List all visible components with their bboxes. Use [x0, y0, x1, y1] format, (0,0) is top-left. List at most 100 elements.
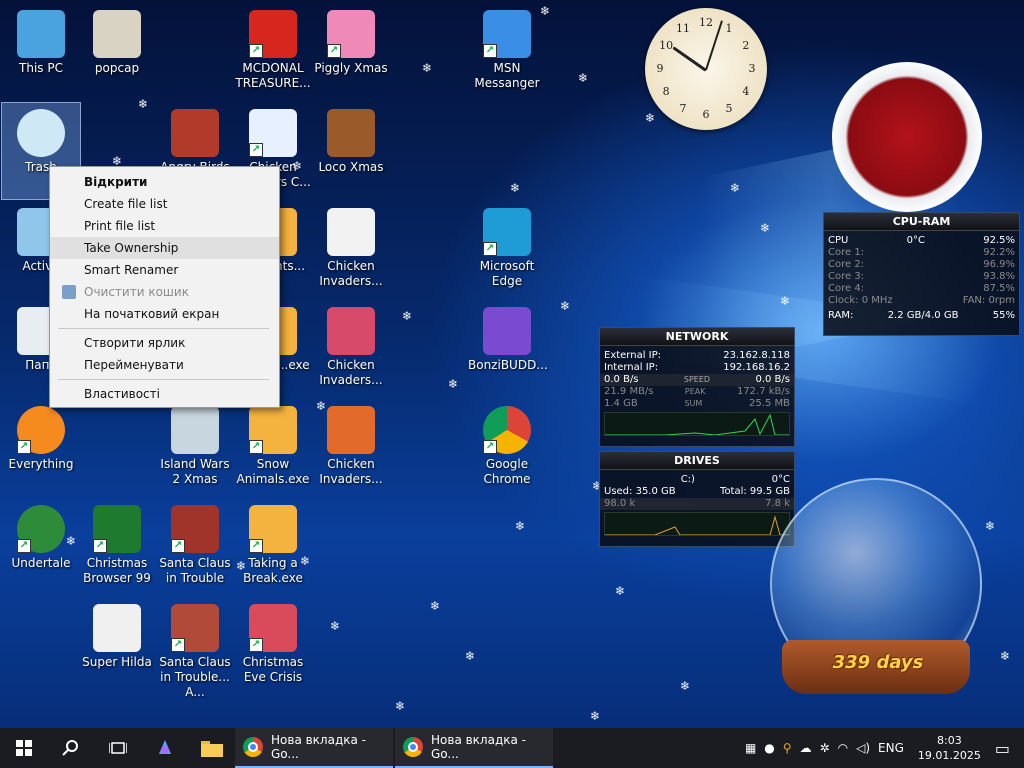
this-pc-icon [17, 10, 65, 58]
cpu-core-value: 96.9% [983, 259, 1015, 270]
network-gadget[interactable]: NETWORK External IP: 23.162.8.118 Intern… [599, 327, 795, 447]
context-menu[interactable]: Відкрити Create file list Print file list T… [49, 166, 280, 408]
cpu-ram-gadget[interactable]: CPU-RAM CPU 0°C 92.5% Core 1: 92.2% Core 2… [823, 212, 1020, 336]
desktop-icon-piggly[interactable]: ↗ Piggly Xmas [312, 4, 390, 100]
search-button[interactable] [47, 728, 94, 768]
context-menu-item[interactable]: Створити ярлик [50, 332, 279, 354]
context-menu-item: Очистити кошик [50, 281, 279, 303]
drop-tray-icon[interactable]: ● [764, 741, 774, 755]
snowflake-icon: ❄ [395, 699, 406, 713]
task-view-button[interactable] [94, 728, 141, 768]
desktop-icon-label: Loco Xmas [318, 160, 384, 174]
desktop-icon-label: MCDONAL TREASURE... [235, 61, 311, 90]
taskbar: Нова вкладка - Go... Нова вкладка - Go...… [0, 728, 1024, 768]
start-button[interactable] [0, 728, 47, 768]
language-indicator[interactable]: ENG [878, 741, 904, 755]
drive-total: Total: 99.5 GB [720, 486, 790, 497]
desktop-icon-christmas-browser[interactable]: ↗ Christmas Browser 99 [78, 499, 156, 595]
snowflake-tray-icon[interactable]: ✲ [820, 741, 830, 755]
drives-gadget[interactable]: DRIVES C:) 0°C Used: 35.0 GB Total: 99.5… [599, 451, 795, 547]
drive-write: 7.8 k [765, 498, 790, 509]
context-menu-item[interactable]: Smart Renamer [50, 259, 279, 281]
shortcut-arrow-icon: ↗ [249, 143, 263, 157]
desktop-icon-island-wars[interactable]: Island Wars 2 Xmas [156, 400, 234, 496]
upload-peak: 172.7 kB/s [736, 386, 790, 397]
context-menu-item[interactable]: Перейменувати [50, 354, 279, 376]
desktop-icon-msn[interactable]: ↗ MSN Messanger [468, 4, 546, 100]
volume-tray-icon[interactable]: ◁) [856, 741, 870, 755]
desktop-icon-chicken-inv-3[interactable]: Chicken Invaders... [312, 400, 390, 496]
desktop-icon-loco[interactable]: Loco Xmas [312, 103, 390, 199]
snowflake-icon: ❄ [730, 181, 741, 195]
wifi-tray-icon[interactable]: ◠ [838, 741, 848, 755]
taskbar-apps: Нова вкладка - Go... Нова вкладка - Go... [235, 728, 555, 768]
shortcut-arrow-icon: ↗ [249, 440, 263, 454]
desktop-icon-everything[interactable]: ↗ Everything [2, 400, 80, 496]
desktop-icon-christmas-eve[interactable]: ↗ Christmas Eve Crisis [234, 598, 312, 694]
desktop-icon-taking-break[interactable]: ↗ Taking a Break.exe [234, 499, 312, 595]
clock-numeral: 5 [725, 101, 733, 115]
shortcut-arrow-icon: ↗ [93, 539, 107, 553]
notifications-icon[interactable]: ▭ [995, 739, 1010, 758]
context-menu-item[interactable]: Create file list [50, 193, 279, 215]
network-tray-icon[interactable]: ▦ [745, 741, 756, 755]
christmas-clock-gadget[interactable] [832, 62, 982, 212]
desktop-icon-bonzi[interactable]: BonziBUDD... [468, 301, 548, 397]
desktop-icon-chrome[interactable]: ↗ Google Chrome [468, 400, 546, 496]
snowflake-icon: ❄ [402, 309, 413, 323]
shortcut-arrow-icon: ↗ [17, 440, 31, 454]
cpu-ram-title: CPU-RAM [824, 213, 1019, 231]
christmas-eve-icon: ↗ [249, 604, 297, 652]
desktop-icon-snow-animals[interactable]: ↗ Snow Animals.exe [234, 400, 312, 496]
chicken-inv-2-icon [327, 307, 375, 355]
context-menu-item-label: Відкрити [84, 175, 148, 189]
taskbar-clock[interactable]: 8:03 19.01.2025 [918, 733, 981, 763]
context-menu-item-label: Print file list [84, 219, 156, 233]
desktop-icon-chicken-inv-2[interactable]: Chicken Invaders... [312, 301, 390, 397]
context-menu-separator [58, 379, 269, 380]
desktop-icon-mcdonald[interactable]: ↗ MCDONAL TREASURE... [234, 4, 312, 100]
shortcut-arrow-icon: ↗ [483, 242, 497, 256]
copilot-button[interactable] [141, 728, 188, 768]
context-menu-item[interactable]: Властивості [50, 383, 279, 405]
file-explorer-button[interactable] [188, 728, 235, 768]
drive-temp: 0°C [771, 474, 790, 485]
christmas-browser-icon: ↗ [93, 505, 141, 553]
search-everything-tray-icon[interactable]: ⚲ [783, 741, 792, 755]
desktop-icon-santa-trouble-2[interactable]: ↗ Santa Claus in Trouble... A... [156, 598, 234, 699]
system-tray: ▦ ● ⚲ ☁ ✲ ◠ ◁) ENG 8:03 19.01.2025 ▭ [741, 728, 1024, 768]
empty-trash-icon [62, 285, 76, 299]
desktop-icon-label: Chicken Invaders... [319, 457, 383, 486]
chrome-icon [243, 737, 263, 757]
clock-hour-hand [672, 46, 707, 72]
context-menu-item-label: Очистити кошик [84, 285, 189, 299]
drives-title: DRIVES [600, 452, 794, 470]
desktop-icon-this-pc[interactable]: This PC [2, 4, 80, 100]
santa-trouble-2-icon: ↗ [171, 604, 219, 652]
desktop-icon-undertale[interactable]: ↗ Undertale [2, 499, 80, 595]
trash-icon [17, 109, 65, 157]
shortcut-arrow-icon: ↗ [483, 44, 497, 58]
cpu-label: CPU [828, 235, 849, 246]
snowflake-icon: ❄ [510, 181, 521, 195]
context-menu-item[interactable]: Відкрити [50, 171, 279, 193]
taskbar-app-chrome[interactable]: Нова вкладка - Go... [395, 728, 553, 768]
context-menu-item[interactable]: На початковий екран [50, 303, 279, 325]
context-menu-item[interactable]: Print file list [50, 215, 279, 237]
context-menu-item-label: Smart Renamer [84, 263, 179, 277]
desktop-icon-popcap[interactable]: popcap [78, 4, 156, 100]
desktop-icon-label: popcap [94, 61, 140, 75]
desktop-icon-label: Chicken Invaders... [319, 259, 383, 288]
cloud-tray-icon[interactable]: ☁ [800, 741, 812, 755]
snow-animals-icon: ↗ [249, 406, 297, 454]
external-ip-label: External IP: [604, 350, 662, 361]
desktop-icon-super-hilda[interactable]: Super Hilda [78, 598, 156, 694]
context-menu-item[interactable]: Take Ownership [50, 237, 279, 259]
desktop-icon-chicken-inv-1[interactable]: Chicken Invaders... [312, 202, 390, 298]
analog-clock-gadget[interactable]: 1 2 3 4 5 6 7 8 9 10 11 12 [645, 8, 767, 130]
cpu-core-row: Core 3: 93.8% [824, 271, 1019, 283]
taskbar-app-chrome[interactable]: Нова вкладка - Go... [235, 728, 393, 768]
desktop-icon-santa-trouble[interactable]: ↗ Santa Claus in Trouble [156, 499, 234, 595]
desktop-icon-edge[interactable]: ↗ Microsoft Edge [468, 202, 546, 298]
cpu-core-label: Core 2: [828, 259, 865, 270]
